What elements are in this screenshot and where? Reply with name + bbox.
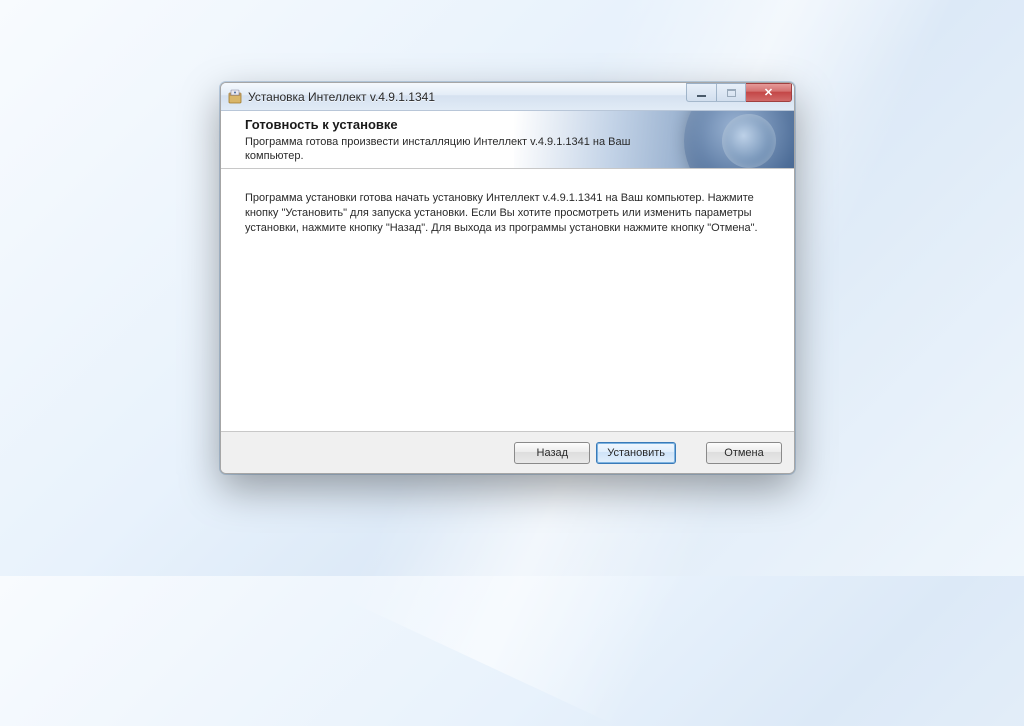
- nav-buttons: Назад Установить: [514, 442, 676, 464]
- header-banner: Готовность к установке Программа готова …: [221, 111, 794, 169]
- maximize-button: [716, 83, 746, 102]
- installer-icon: [227, 89, 243, 105]
- minimize-button[interactable]: [686, 83, 716, 102]
- banner-graphic: [684, 111, 794, 169]
- window-controls: ✕: [686, 83, 792, 102]
- back-button[interactable]: Назад: [514, 442, 590, 464]
- titlebar[interactable]: Установка Интеллект v.4.9.1.1341 ✕: [221, 83, 794, 111]
- page-title: Готовность к установке: [245, 117, 398, 132]
- page-subtitle: Программа готова произвести инсталляцию …: [245, 135, 645, 164]
- cancel-button[interactable]: Отмена: [706, 442, 782, 464]
- close-button[interactable]: ✕: [746, 83, 792, 102]
- content-area: Программа установки готова начать устано…: [221, 169, 794, 258]
- installer-window: Установка Интеллект v.4.9.1.1341 ✕ Готов…: [220, 82, 795, 474]
- footer: Назад Установить Отмена: [221, 431, 794, 473]
- body-text: Программа установки готова начать устано…: [245, 191, 770, 236]
- install-button[interactable]: Установить: [596, 442, 676, 464]
